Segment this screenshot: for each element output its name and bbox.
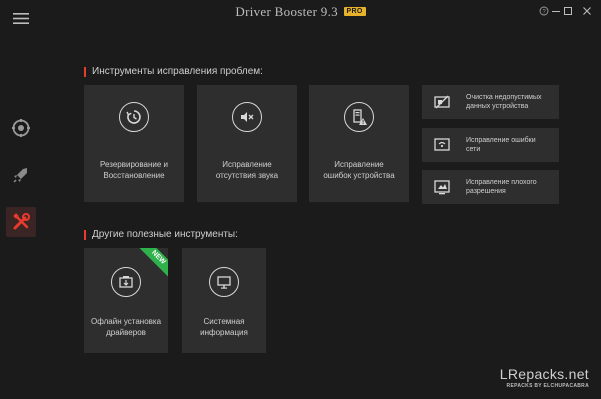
monitor-icon (209, 267, 239, 297)
device-warning-icon (344, 102, 374, 132)
tile-fix-device-errors-label: Исправление ошибок устройства (323, 160, 395, 180)
tile-system-info[interactable]: Системная информация (182, 248, 266, 353)
app-title-text: Driver Booster 9.3 (235, 4, 338, 19)
pro-badge: PRO (343, 7, 366, 16)
offline-install-icon (111, 267, 141, 297)
new-ribbon: NEW (136, 248, 168, 280)
other-section-title: Другие полезные инструменты: (84, 229, 238, 240)
tile-fix-network-error-label: Исправление ошибки сети (466, 137, 536, 153)
tile-fix-network-error[interactable]: Исправление ошибки сети (422, 128, 559, 162)
watermark-site: LRepacks.net (499, 366, 589, 382)
scan-target-icon (12, 119, 30, 137)
maximize-button[interactable] (559, 2, 577, 20)
tile-fix-device-errors[interactable]: Исправление ошибок устройства (309, 85, 409, 202)
tile-fix-no-sound-label: Исправление отсутствия звука (215, 160, 279, 180)
network-fix-icon (430, 133, 454, 157)
watermark-credit: REPACKS BY ELCHUPACABRA (506, 383, 589, 389)
maximize-icon (564, 7, 572, 15)
app-title: Driver Booster 9.3 PRO (0, 4, 601, 20)
tile-fix-bad-resolution[interactable]: Исправление плохого разрешения (422, 170, 559, 204)
other-section-title-text: Другие полезные инструменты: (92, 229, 238, 240)
section-accent-bar (84, 229, 86, 240)
rocket-icon (13, 168, 27, 183)
repair-section-title-text: Инструменты исправления проблем: (92, 66, 263, 77)
restore-icon (119, 102, 149, 132)
tile-clean-invalid-data[interactable]: Очистка недопустимых данных устройства (422, 85, 559, 119)
sidebar-tools-button[interactable] (6, 207, 36, 237)
sidebar (0, 0, 42, 399)
resolution-fix-icon (430, 175, 454, 199)
watermark: LRepacks.net REPACKS BY ELCHUPACABRA (500, 366, 589, 389)
mute-speaker-icon (232, 102, 262, 132)
close-button[interactable] (578, 2, 596, 20)
clean-data-icon (430, 90, 454, 114)
sidebar-scan-button[interactable] (6, 113, 36, 143)
tools-icon (13, 213, 30, 230)
tile-fix-bad-resolution-label: Исправление плохого разрешения (466, 179, 537, 195)
tile-system-info-label: Системная информация (200, 317, 248, 337)
tile-backup-restore[interactable]: Резервирование и Восстановление (84, 85, 184, 202)
tile-backup-restore-label: Резервирование и Восстановление (100, 160, 168, 180)
tile-offline-driver-install[interactable]: NEW Офлайн установка драйверов (84, 248, 168, 353)
sidebar-boost-button[interactable] (6, 160, 36, 190)
tile-fix-no-sound[interactable]: Исправление отсутствия звука (197, 85, 297, 202)
tile-clean-invalid-data-label: Очистка недопустимых данных устройства (466, 94, 542, 110)
repair-section-title: Инструменты исправления проблем: (84, 66, 263, 77)
close-icon (583, 7, 591, 15)
tile-offline-driver-install-label: Офлайн установка драйверов (90, 317, 162, 337)
title-bar: Driver Booster 9.3 PRO ? (0, 0, 601, 22)
section-accent-bar (84, 66, 86, 77)
